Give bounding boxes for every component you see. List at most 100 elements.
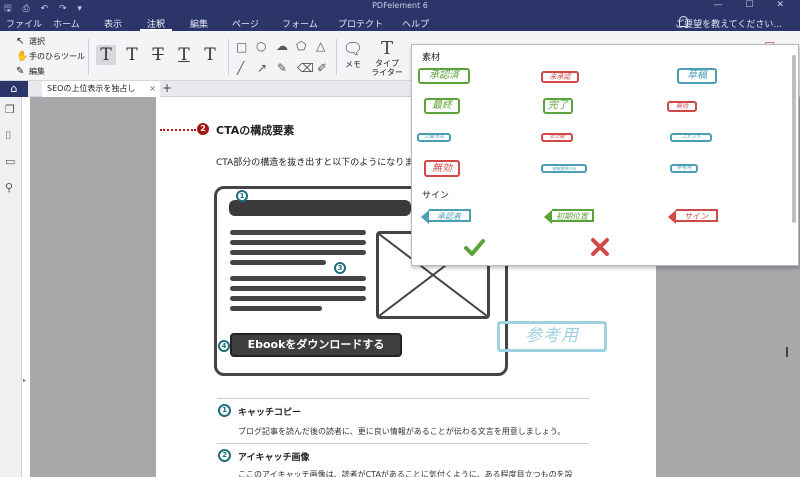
sign-signature[interactable]: サイン — [668, 209, 718, 224]
stamp-not-approved[interactable]: 未承認 — [541, 71, 579, 83]
intro-text: CTA部分の構造を抜き出すと以下のようになります。 — [216, 158, 431, 168]
panel-scrollbar[interactable] — [792, 55, 796, 223]
window-controls[interactable]: — ☐ ✕ — [714, 0, 794, 10]
marker-1: 1 — [236, 190, 248, 202]
item-text-2: ここのアイキャッチ画像は、読者がCTAがあることに気付くように、ある程度目立つも… — [238, 470, 573, 477]
memo-button[interactable]: 🗨 メモ — [342, 39, 364, 70]
new-tab-icon[interactable]: + — [162, 81, 172, 96]
menu-protect[interactable]: プロテクト — [338, 17, 383, 30]
menu-view[interactable]: 表示 — [104, 17, 122, 30]
divider — [217, 398, 589, 399]
toolbar-divider — [88, 39, 89, 75]
marker-4: 4 — [218, 340, 230, 352]
typewriter-icon: T — [380, 38, 393, 59]
typewriter-button[interactable]: T タイプ ライター — [370, 38, 404, 78]
area-highlight-icon[interactable]: ✐ — [317, 61, 327, 75]
cancel-x-icon[interactable] — [589, 236, 611, 258]
menu-edit[interactable]: 編集 — [190, 17, 208, 30]
leader-dots — [160, 129, 196, 131]
cta-headline-bar — [229, 200, 411, 216]
stamp-void[interactable]: 無効 — [424, 160, 460, 177]
comment-list-icon[interactable]: ▭ — [5, 155, 15, 168]
thumbnails-icon[interactable]: ❐ — [5, 103, 15, 116]
text-line-placeholder — [230, 296, 366, 301]
item-text-1: ブログ記事を読んだ後の読者に、更に良い情報があることが伝わる文言を用意しましょう… — [238, 427, 566, 436]
stamp-completed[interactable]: 完了 — [543, 98, 573, 114]
sign-initial-position[interactable]: 初期位置 — [544, 209, 594, 224]
sign-arrow-tip — [421, 210, 429, 224]
window-title: PDFelement 6 — [372, 1, 428, 10]
edit-icon: ✎ — [16, 66, 25, 77]
marker-3: 3 — [334, 262, 346, 274]
line-icon[interactable]: ╱ — [237, 61, 244, 75]
text-highlight-button[interactable]: T — [96, 45, 116, 65]
item-number-1: 1 — [218, 404, 231, 417]
menu-bar: ファイル ホーム 表示 注釈 編集 ページ フォーム プロテクト ヘルプ ご要望… — [0, 14, 800, 31]
item-title-2: アイキャッチ画像 — [238, 453, 310, 463]
stamp-published[interactable]: 公開済み — [417, 133, 451, 142]
confirm-check-icon[interactable] — [463, 237, 485, 259]
item-title-1: キャッチコピー — [238, 408, 302, 418]
text-line-placeholder — [230, 276, 366, 281]
polygon-icon[interactable]: ⬠ — [296, 39, 306, 53]
reference-stamp[interactable]: 参考用 — [497, 321, 607, 352]
stamp-final[interactable]: 最終 — [424, 98, 460, 114]
stamp-draft[interactable]: 草稿 — [677, 68, 717, 84]
cloud-icon[interactable]: ☁ — [276, 39, 288, 53]
arrow-icon[interactable]: ↗ — [257, 61, 267, 75]
sign-arrow-tip — [544, 210, 552, 224]
pencil-icon[interactable]: ✎ — [277, 61, 287, 75]
sign-approver[interactable]: 承認者 — [421, 209, 471, 224]
hand-icon: ✋ — [16, 51, 29, 62]
stamp-approved[interactable]: 承認済 — [418, 68, 470, 84]
home-tab-icon[interactable]: ⌂ — [0, 81, 28, 97]
toolbar-divider — [336, 39, 337, 75]
item-number-2: 2 — [218, 449, 231, 462]
hand-tool[interactable]: ✋手のひらツール — [16, 51, 85, 62]
sidebar-expand-icon[interactable]: ▸ — [23, 377, 26, 384]
eraser-icon[interactable]: ⌫ — [297, 61, 314, 75]
menu-help[interactable]: ヘルプ — [402, 17, 429, 30]
bookmark-icon[interactable]: ⌷ — [5, 129, 12, 143]
section-title: CTAの構成要素 — [216, 124, 295, 137]
sign-section-label: サイン — [422, 191, 450, 201]
text-line-placeholder — [230, 230, 366, 235]
stamp-dropdown-panel: 素材 承認済 未承認 草稿 最終 完了 無効 公開済み 非公開 コメント 無効 … — [411, 44, 799, 266]
text-squiggly-button[interactable]: T — [174, 45, 194, 65]
stamp-comment[interactable]: コメント — [670, 133, 712, 142]
menu-page[interactable]: ページ — [232, 17, 259, 30]
text-line-placeholder — [230, 306, 322, 311]
material-section-label: 素材 — [422, 53, 441, 63]
select-tool[interactable]: ↖ 選択 — [16, 36, 45, 47]
stamp-void-small[interactable]: 無効 — [667, 101, 697, 112]
text-line-placeholder — [230, 250, 366, 255]
close-tab-icon[interactable]: × — [149, 81, 156, 97]
toolbar-divider — [228, 39, 229, 75]
stamp-reference[interactable]: 参考用 — [670, 164, 698, 173]
text-insert-button[interactable]: T — [200, 45, 220, 65]
memo-icon: 🗨 — [342, 39, 364, 58]
edit-tool[interactable]: ✎ 編集 — [16, 66, 45, 77]
stamp-info-only[interactable]: 情報提供のみ — [541, 164, 587, 173]
triangle-icon[interactable]: △ — [316, 39, 325, 53]
section-number-badge: 2 — [197, 123, 209, 135]
cta-download-button: Ebookをダウンロードする — [230, 333, 402, 357]
text-line-placeholder — [230, 260, 326, 265]
stamp-private[interactable]: 非公開 — [541, 133, 573, 142]
rectangle-icon[interactable]: □ — [236, 40, 247, 54]
scroll-grip[interactable] — [786, 347, 788, 357]
menu-file[interactable]: ファイル — [6, 17, 42, 30]
menu-form[interactable]: フォーム — [282, 17, 318, 30]
title-bar: 🖫 ⎙ ↶ ↷ ▾ PDFelement 6 — ☐ ✕ — [0, 0, 800, 14]
sign-arrow-tip — [668, 210, 676, 224]
text-line-placeholder — [230, 286, 366, 291]
text-strikeout-button[interactable]: T — [148, 45, 168, 65]
document-tab[interactable]: SEOの上位表示を独占し × — [42, 81, 160, 97]
help-search-field[interactable]: ご要望を教えてください... — [675, 17, 782, 30]
menu-home[interactable]: ホーム — [53, 17, 80, 30]
divider — [217, 443, 589, 444]
oval-icon[interactable]: ○ — [256, 39, 266, 53]
text-line-placeholder — [230, 240, 366, 245]
text-underline-button[interactable]: T — [122, 45, 142, 65]
search-icon[interactable]: ⚲ — [5, 181, 13, 194]
